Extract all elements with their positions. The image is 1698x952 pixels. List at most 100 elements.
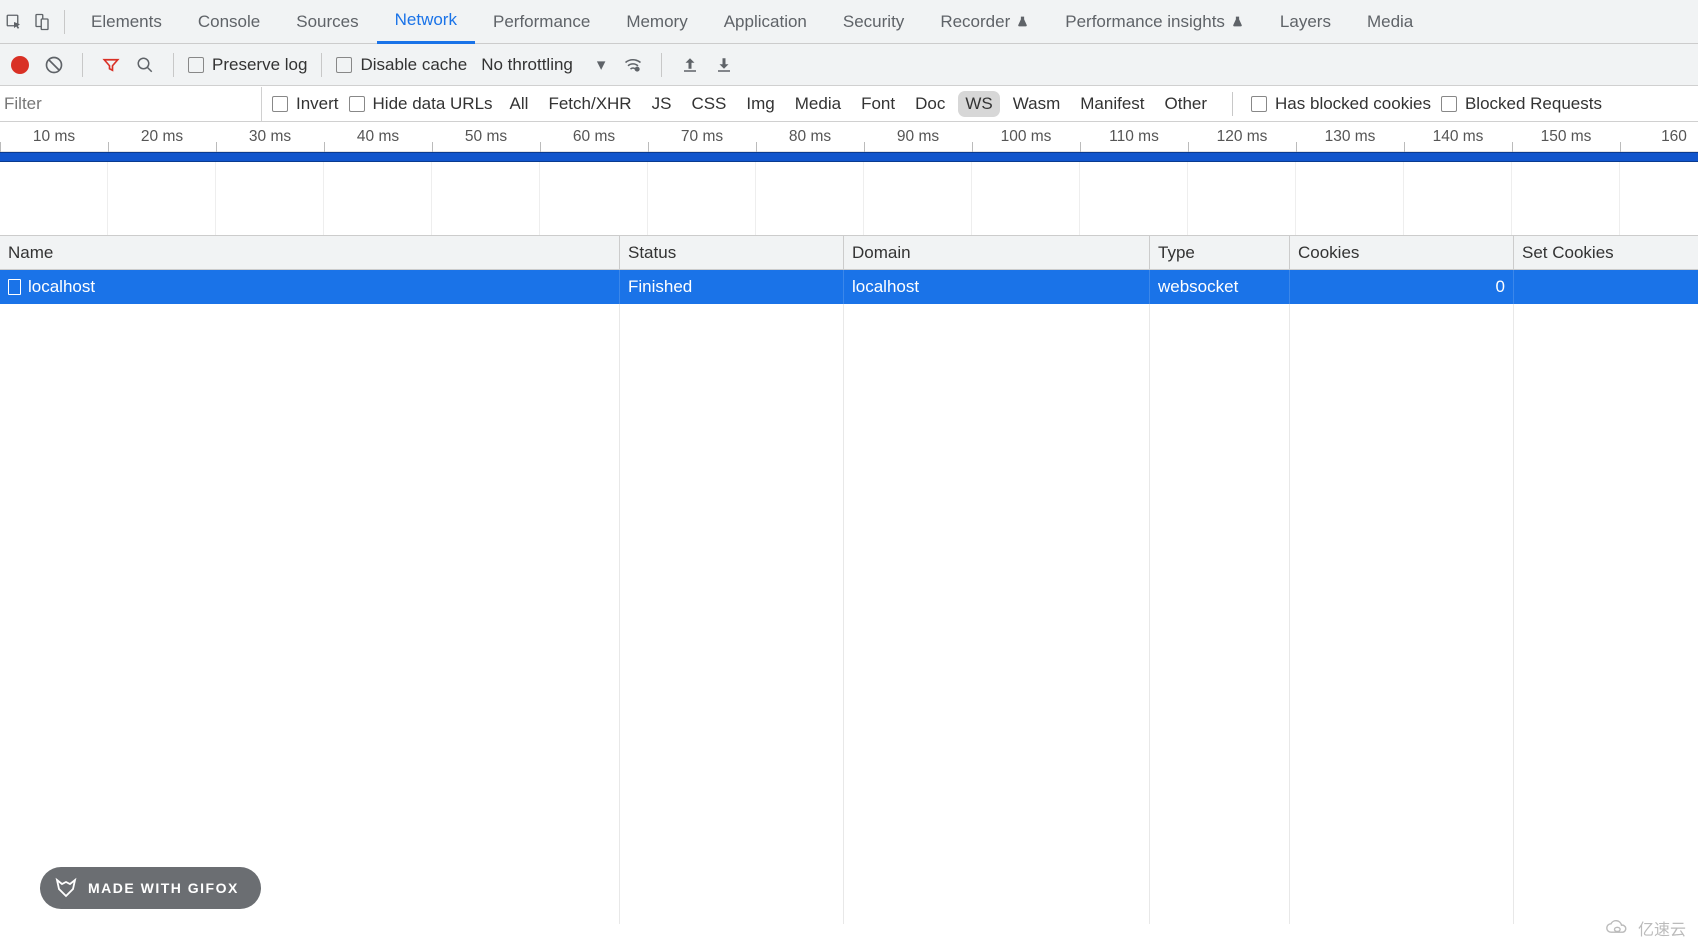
watermark: 亿速云 xyxy=(1604,916,1686,940)
type-filter-fetch-xhr[interactable]: Fetch/XHR xyxy=(541,91,638,117)
throttling-select[interactable]: No throttling ▾ xyxy=(473,51,613,79)
request-status: Finished xyxy=(620,270,844,304)
timeline-tick: 130 ms xyxy=(1296,122,1404,152)
timeline-column xyxy=(972,162,1080,235)
timeline-column xyxy=(648,162,756,235)
blocked-requests-checkbox[interactable]: Blocked Requests xyxy=(1441,94,1602,114)
checkbox-icon xyxy=(336,57,352,73)
tab-performance-insights[interactable]: Performance insights xyxy=(1047,0,1262,44)
invert-label: Invert xyxy=(296,94,339,114)
timeline-column xyxy=(1404,162,1512,235)
type-filter-js[interactable]: JS xyxy=(645,91,679,117)
timeline-tick: 30 ms xyxy=(216,122,324,152)
column-type[interactable]: Type xyxy=(1150,236,1290,269)
column-cookies[interactable]: Cookies xyxy=(1290,236,1514,269)
gifox-badge: MADE WITH GIFOX xyxy=(40,867,261,909)
tab-security[interactable]: Security xyxy=(825,0,922,44)
hide-data-urls-checkbox[interactable]: Hide data URLs xyxy=(349,94,493,114)
timeline-tick: 120 ms xyxy=(1188,122,1296,152)
timeline-column xyxy=(108,162,216,235)
column-set-cookies[interactable]: Set Cookies xyxy=(1514,236,1698,269)
inspect-icon[interactable] xyxy=(0,8,28,36)
timeline-ruler[interactable]: 10 ms20 ms30 ms40 ms50 ms60 ms70 ms80 ms… xyxy=(0,122,1698,152)
disable-cache-label: Disable cache xyxy=(360,55,467,75)
invert-checkbox[interactable]: Invert xyxy=(272,94,339,114)
type-filter-all[interactable]: All xyxy=(503,91,536,117)
tab-media[interactable]: Media xyxy=(1349,0,1431,44)
timeline-tick: 90 ms xyxy=(864,122,972,152)
tab-network[interactable]: Network xyxy=(377,0,475,44)
column-status[interactable]: Status xyxy=(620,236,844,269)
network-conditions-icon[interactable] xyxy=(619,51,647,79)
separator xyxy=(1232,92,1233,116)
type-filter-img[interactable]: Img xyxy=(739,91,781,117)
tab-sources[interactable]: Sources xyxy=(278,0,376,44)
tab-performance[interactable]: Performance xyxy=(475,0,608,44)
timeline-tick: 60 ms xyxy=(540,122,648,152)
timeline-column xyxy=(1620,162,1698,235)
timeline-column xyxy=(1296,162,1404,235)
request-cookies: 0 xyxy=(1290,270,1514,304)
tab-console[interactable]: Console xyxy=(180,0,278,44)
type-filter-font[interactable]: Font xyxy=(854,91,902,117)
filter-input[interactable] xyxy=(0,87,262,121)
column-domain[interactable]: Domain xyxy=(844,236,1150,269)
type-filter-wasm[interactable]: Wasm xyxy=(1006,91,1068,117)
checkbox-icon xyxy=(349,96,365,112)
separator xyxy=(661,53,662,77)
checkbox-icon xyxy=(1441,96,1457,112)
record-button[interactable] xyxy=(6,51,34,79)
download-har-icon[interactable] xyxy=(710,51,738,79)
devtools-tabs: ElementsConsoleSourcesNetworkPerformance… xyxy=(0,0,1698,44)
checkbox-icon xyxy=(272,96,288,112)
blocked-cookies-label: Has blocked cookies xyxy=(1275,94,1431,114)
timeline-column xyxy=(324,162,432,235)
search-icon[interactable] xyxy=(131,51,159,79)
device-toggle-icon[interactable] xyxy=(28,8,56,36)
timeline-tick: 100 ms xyxy=(972,122,1080,152)
timeline-column xyxy=(756,162,864,235)
checkbox-icon xyxy=(188,57,204,73)
tab-recorder[interactable]: Recorder xyxy=(922,0,1047,44)
column-name[interactable]: Name xyxy=(0,236,620,269)
timeline-tick: 40 ms xyxy=(324,122,432,152)
timeline-body[interactable] xyxy=(0,162,1698,236)
tab-memory[interactable]: Memory xyxy=(608,0,705,44)
type-filter-other[interactable]: Other xyxy=(1158,91,1215,117)
timeline-column xyxy=(216,162,324,235)
chevron-down-icon: ▾ xyxy=(597,55,606,75)
timeline-tick: 70 ms xyxy=(648,122,756,152)
throttling-value: No throttling xyxy=(481,55,573,75)
request-table-empty xyxy=(0,304,1698,924)
fox-icon xyxy=(54,876,78,900)
type-filter-media[interactable]: Media xyxy=(788,91,848,117)
file-icon xyxy=(8,279,21,295)
timeline-overview-bar[interactable] xyxy=(0,152,1698,162)
tab-application[interactable]: Application xyxy=(706,0,825,44)
tab-elements[interactable]: Elements xyxy=(73,0,180,44)
timeline-column xyxy=(0,162,108,235)
clear-button[interactable] xyxy=(40,51,68,79)
request-type: websocket xyxy=(1150,270,1290,304)
tab-layers[interactable]: Layers xyxy=(1262,0,1349,44)
blocked-cookies-checkbox[interactable]: Has blocked cookies xyxy=(1251,94,1431,114)
timeline-column xyxy=(864,162,972,235)
preserve-log-checkbox[interactable]: Preserve log xyxy=(188,55,307,75)
preserve-log-label: Preserve log xyxy=(212,55,307,75)
upload-har-icon[interactable] xyxy=(676,51,704,79)
filter-icon[interactable] xyxy=(97,51,125,79)
type-filter-manifest[interactable]: Manifest xyxy=(1073,91,1151,117)
timeline-tick: 80 ms xyxy=(756,122,864,152)
hide-data-urls-label: Hide data URLs xyxy=(373,94,493,114)
separator xyxy=(82,53,83,77)
request-domain: localhost xyxy=(844,270,1150,304)
request-row[interactable]: localhost Finished localhost websocket 0 xyxy=(0,270,1698,304)
disable-cache-checkbox[interactable]: Disable cache xyxy=(336,55,467,75)
type-filter-css[interactable]: CSS xyxy=(684,91,733,117)
blocked-requests-label: Blocked Requests xyxy=(1465,94,1602,114)
experiment-icon xyxy=(1231,15,1244,28)
checkbox-icon xyxy=(1251,96,1267,112)
type-filter-ws[interactable]: WS xyxy=(958,91,999,117)
type-filter-doc[interactable]: Doc xyxy=(908,91,952,117)
timeline-column xyxy=(1512,162,1620,235)
